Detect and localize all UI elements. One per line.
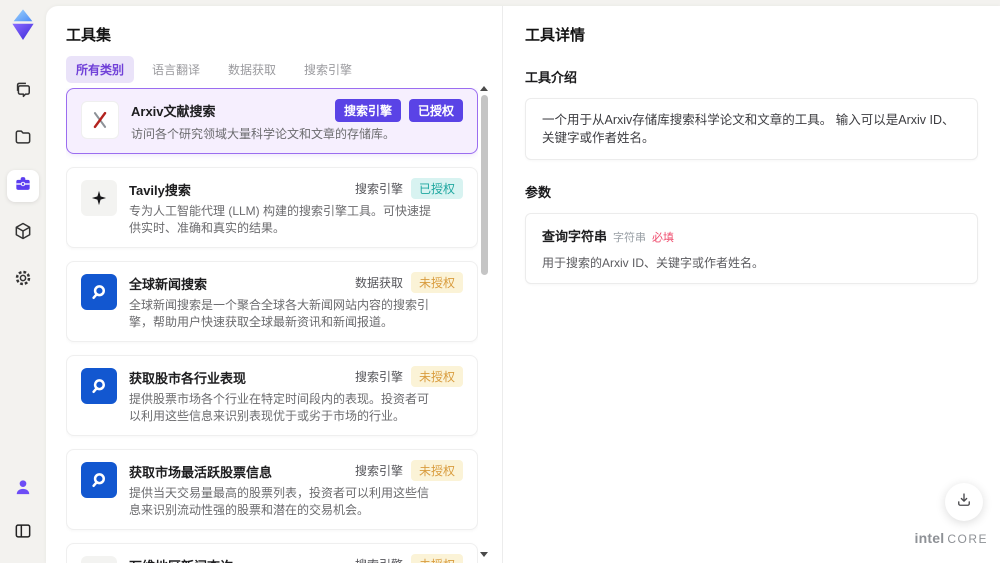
category-label: 搜索引擎 xyxy=(354,464,403,478)
settings-icon xyxy=(13,268,33,293)
tool-list: Arxiv文献搜索 搜索引擎 已授权 访问各个研究领域大量科学论文和文章的存储库… xyxy=(66,88,478,563)
user-icon xyxy=(13,477,33,502)
category-badge: 搜索引擎 xyxy=(334,99,401,122)
tool-card-stock-sectors[interactable]: 获取股市各行业表现 搜索引擎 未授权 提供股票市场各个行业在特定时间段内的表现。… xyxy=(66,355,478,436)
tool-description: 提供股票市场各个行业在特定时间段内的表现。投资者可以利用这些信息来识别表现优于或… xyxy=(129,392,430,423)
tool-name: 全球新闻搜索 xyxy=(129,277,208,292)
sidebar-item-files[interactable] xyxy=(7,123,39,155)
newspaper-icon xyxy=(81,556,117,563)
sparkle-icon xyxy=(81,180,117,216)
tool-name: Tavily搜索 xyxy=(129,183,191,198)
chat-icon xyxy=(13,80,33,105)
sidebar-item-settings[interactable] xyxy=(7,264,39,296)
news-search-icon xyxy=(81,368,117,404)
param-name: 查询字符串 xyxy=(542,229,608,244)
auth-status-badge: 已授权 xyxy=(408,99,463,122)
tool-description: 访问各个研究领域大量科学论文和文章的存储库。 xyxy=(131,127,396,141)
brand-intel-text: intel xyxy=(914,530,945,546)
params-heading: 参数 xyxy=(525,185,552,200)
arxiv-icon xyxy=(81,101,119,139)
brand-core-text: CORE xyxy=(947,532,988,546)
intro-text: 一个用于从Arxiv存储库搜索科学论文和文章的工具。 输入可以是Arxiv ID… xyxy=(542,113,955,145)
tool-card-global-news[interactable]: 全球新闻搜索 数据获取 未授权 全球新闻搜索是一个聚合全球各大新闻网站内容的搜索… xyxy=(66,261,478,342)
sidebar-item-plugins[interactable] xyxy=(7,217,39,249)
auth-status-badge: 未授权 xyxy=(410,272,463,293)
download-icon xyxy=(955,491,973,514)
folder-icon xyxy=(13,127,33,152)
app-logo-icon xyxy=(8,8,38,42)
sidebar xyxy=(0,0,46,563)
category-tabs: 所有类别 语言翻译 数据获取 搜索引擎 xyxy=(66,56,362,83)
auth-status-badge: 未授权 xyxy=(410,460,463,481)
param-type: 字符串 xyxy=(613,232,647,244)
tools-panel: 工具集 所有类别 语言翻译 数据获取 搜索引擎 Arxiv文献搜索 搜索引擎 已… xyxy=(46,6,502,563)
tab-search-engine[interactable]: 搜索引擎 xyxy=(294,56,362,83)
param-description: 用于搜索的Arxiv ID、关键字或作者姓名。 xyxy=(542,256,765,270)
auth-status-badge: 未授权 xyxy=(410,554,463,563)
scroll-up-arrow-icon[interactable] xyxy=(480,86,488,91)
tab-data-fetch[interactable]: 数据获取 xyxy=(218,56,286,83)
tool-description: 提供当天交易量最高的股票列表，投资者可以利用这些信息来识别流动性强的股票和潜在的… xyxy=(129,486,430,517)
toolbox-icon xyxy=(13,174,33,199)
news-search-icon xyxy=(81,462,117,498)
tool-details-panel: 工具详情 工具介绍 一个用于从Arxiv存储库搜索科学论文和文章的工具。 输入可… xyxy=(503,6,1000,563)
tool-card-active-stocks[interactable]: 获取市场最活跃股票信息 搜索引擎 未授权 提供当天交易量最高的股票列表，投资者可… xyxy=(66,449,478,530)
sidebar-bottom xyxy=(0,473,46,549)
tool-description: 全球新闻搜索是一个聚合全球各大新闻网站内容的搜索引擎，帮助用户快速获取全球最新资… xyxy=(129,298,430,329)
download-button[interactable] xyxy=(945,483,983,521)
auth-status-badge: 已授权 xyxy=(410,178,463,199)
tool-card-arxiv[interactable]: Arxiv文献搜索 搜索引擎 已授权 访问各个研究领域大量科学论文和文章的存储库… xyxy=(66,88,478,154)
param-box: 查询字符串 字符串 必填 用于搜索的Arxiv ID、关键字或作者姓名。 xyxy=(525,213,978,284)
app-window: 工具集 所有类别 语言翻译 数据获取 搜索引擎 Arxiv文献搜索 搜索引擎 已… xyxy=(0,0,1000,563)
category-label: 搜索引擎 xyxy=(354,370,403,384)
tool-name: 获取股市各行业表现 xyxy=(129,371,247,386)
category-label: 搜索引擎 xyxy=(354,182,403,196)
panel-toggle-icon xyxy=(13,521,33,546)
scrollbar-thumb[interactable] xyxy=(480,95,488,275)
auth-status-badge: 未授权 xyxy=(410,366,463,387)
tool-description: 专为人工智能代理 (LLM) 构建的搜索引擎工具。可快速提供实时、准确和真实的结… xyxy=(129,204,432,235)
sidebar-item-profile[interactable] xyxy=(7,473,39,505)
tool-name: 获取市场最活跃股票信息 xyxy=(129,465,273,480)
tab-language-translation[interactable]: 语言翻译 xyxy=(142,56,210,83)
param-required-badge: 必填 xyxy=(652,232,675,244)
details-title: 工具详情 xyxy=(525,27,586,44)
intel-core-logo: intel CORE xyxy=(915,530,988,548)
tools-panel-title: 工具集 xyxy=(66,27,112,44)
tool-list-scrollbar xyxy=(479,86,489,557)
category-label: 数据获取 xyxy=(354,276,403,290)
scroll-down-arrow-icon[interactable] xyxy=(480,552,488,557)
category-label: 搜索引擎 xyxy=(355,556,403,563)
sidebar-nav xyxy=(7,76,39,296)
intro-box: 一个用于从Arxiv存储库搜索科学论文和文章的工具。 输入可以是Arxiv ID… xyxy=(525,98,978,160)
sidebar-item-tools[interactable] xyxy=(7,170,39,202)
tool-name: 万维地区新闻查询 xyxy=(129,554,347,563)
main-surface: 工具集 所有类别 语言翻译 数据获取 搜索引擎 Arxiv文献搜索 搜索引擎 已… xyxy=(46,6,1000,563)
tool-card-regional-news[interactable]: 万维地区新闻查询 搜索引擎 未授权 查询具体行政区划内的新闻，快速了解各地新闻动 xyxy=(66,543,478,563)
sidebar-item-chat[interactable] xyxy=(7,76,39,108)
intro-heading: 工具介绍 xyxy=(525,70,578,85)
news-search-icon xyxy=(81,274,117,310)
tool-name: Arxiv文献搜索 xyxy=(131,104,216,119)
tool-card-tavily[interactable]: Tavily搜索 搜索引擎 已授权 专为人工智能代理 (LLM) 构建的搜索引擎… xyxy=(66,167,478,248)
sidebar-item-panel-toggle[interactable] xyxy=(7,517,39,549)
tab-all-categories[interactable]: 所有类别 xyxy=(66,56,135,83)
cube-icon xyxy=(13,221,33,246)
